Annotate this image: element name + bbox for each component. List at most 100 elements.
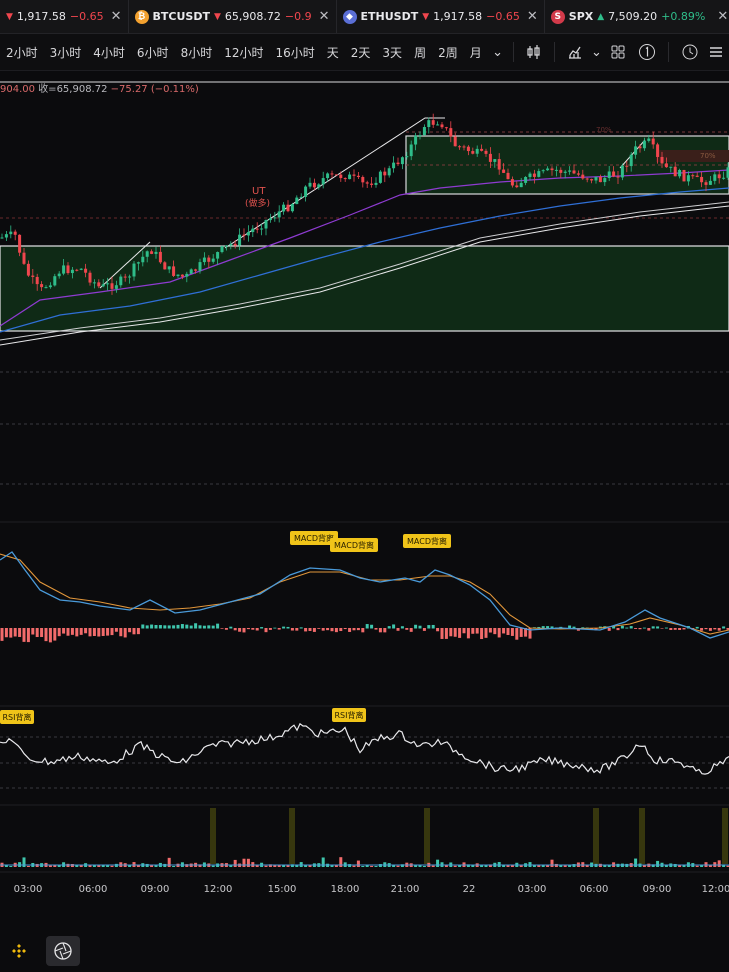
volume-bar	[150, 865, 154, 867]
candle	[541, 170, 545, 172]
tab-btcusdt[interactable]: ₿ BTCUSDT ▼ 65,908.72 −0.9 ✕	[129, 0, 337, 33]
macd-histogram-bar	[418, 625, 422, 629]
indicators-icon[interactable]	[567, 43, 583, 61]
candle	[268, 218, 272, 221]
macd-histogram-bar	[282, 626, 286, 629]
macd-histogram-bar	[233, 628, 237, 631]
timeframe-2h[interactable]: 2小时	[0, 44, 44, 61]
macd-histogram-bar	[53, 628, 57, 641]
volume-bar	[97, 865, 101, 867]
volume-bar	[4, 865, 8, 867]
timeframe-1m[interactable]: 月	[464, 44, 488, 61]
close-icon[interactable]: ✕	[319, 9, 330, 24]
timeframe-16h[interactable]: 16小时	[269, 44, 320, 61]
macd-histogram-bar	[202, 625, 206, 629]
signal-column	[593, 808, 599, 864]
macd-histogram-bar	[700, 628, 704, 631]
macd-histogram-bar	[422, 628, 426, 631]
close-icon[interactable]: ✕	[527, 9, 538, 24]
close-icon[interactable]: ✕	[111, 9, 122, 24]
macd-histogram-bar	[321, 628, 325, 631]
macd-histogram-bar	[88, 628, 92, 637]
candle	[603, 178, 607, 183]
volume-bar	[356, 860, 360, 867]
candle	[264, 220, 268, 229]
candle	[708, 180, 712, 185]
candle	[506, 172, 510, 180]
macd-histogram-bar	[26, 628, 30, 643]
candle	[44, 287, 48, 289]
candles-icon[interactable]	[526, 43, 542, 61]
candle	[642, 140, 646, 149]
candle	[660, 156, 664, 164]
macd-histogram-bar	[75, 628, 79, 637]
layout-grid-icon[interactable]	[610, 43, 626, 61]
macd-histogram-bar	[374, 628, 378, 630]
candle	[466, 146, 470, 152]
candle	[66, 265, 70, 274]
aperture-icon[interactable]	[46, 936, 80, 966]
candle	[145, 251, 149, 257]
candle	[444, 127, 448, 129]
macd-histogram-bar	[427, 625, 431, 629]
timeframe-12h[interactable]: 12小时	[218, 44, 269, 61]
macd-histogram-bar	[704, 628, 708, 630]
timeframe-2w[interactable]: 2周	[432, 44, 464, 61]
tab-change: −0.65	[486, 10, 520, 23]
volume-bar	[352, 865, 356, 867]
macd-histogram-bar	[132, 628, 136, 635]
chevron-down-icon[interactable]: ⌄	[492, 43, 504, 61]
volume-bar	[172, 865, 176, 867]
candle	[502, 169, 506, 173]
macd-histogram-bar	[660, 628, 664, 629]
timeframe-3h[interactable]: 3小时	[44, 44, 88, 61]
rsi-divergence-tag-text: RSI背离	[3, 712, 32, 722]
candle	[634, 146, 638, 155]
timeframe-6h[interactable]: 6小时	[131, 44, 175, 61]
candle	[488, 153, 492, 162]
timeframe-4h[interactable]: 4小时	[87, 44, 131, 61]
candle	[700, 176, 704, 183]
candle	[273, 217, 277, 219]
candle	[18, 234, 22, 253]
candle	[598, 176, 602, 183]
tab-ethusdt[interactable]: ◆ ETHUSDT ▼ 1,917.58 −0.65 ✕	[337, 0, 545, 33]
macd-histogram-bar	[370, 624, 374, 629]
macd-histogram-bar	[444, 628, 448, 639]
tab-partial[interactable]: ▼ 1,917.58 −0.65 ✕	[0, 0, 129, 33]
timeframe-1d[interactable]: 天	[321, 44, 345, 61]
volume-bar	[22, 857, 26, 867]
tab-change: +0.89%	[661, 10, 706, 23]
macd-histogram-bar	[326, 628, 330, 631]
candle	[449, 128, 453, 137]
macd-histogram-bar	[713, 628, 717, 630]
tab-spx[interactable]: S SPX ▲ 7,509.20 +0.89% ✕	[545, 0, 729, 33]
bitcoin-icon: ₿	[134, 9, 149, 24]
timeframe-2d[interactable]: 2天	[345, 44, 377, 61]
macd-histogram-bar	[70, 628, 74, 635]
candle	[348, 174, 352, 180]
macd-histogram-bar	[664, 627, 668, 629]
volume-bar	[634, 858, 638, 867]
timeframe-8h[interactable]: 8小时	[175, 44, 219, 61]
time-axis-label: 21:00	[391, 884, 420, 895]
macd-histogram-bar	[312, 628, 316, 632]
timeframe-1w[interactable]: 周	[408, 44, 432, 61]
alert-clock-icon[interactable]	[681, 43, 699, 61]
candle	[453, 136, 457, 147]
timeframe-3d[interactable]: 3天	[376, 44, 408, 61]
candle	[114, 285, 118, 289]
close-icon[interactable]: ✕	[717, 9, 728, 24]
menu-icon[interactable]	[709, 43, 723, 61]
binance-logo-icon[interactable]	[2, 936, 36, 966]
chart-canvas[interactable]: UT(做多)70%70%MACD背离MACD背离 MACD背离RSI背离 RSI背离…	[0, 70, 729, 930]
one-badge-icon[interactable]	[638, 43, 656, 61]
ohlc-prefix: 904.00	[0, 84, 35, 95]
candle	[528, 173, 532, 177]
volume-bar	[246, 858, 250, 867]
candle	[365, 182, 369, 184]
symbol-tab-bar: ▼ 1,917.58 −0.65 ✕ ₿ BTCUSDT ▼ 65,908.72…	[0, 0, 729, 34]
chevron-down-icon[interactable]: ⌄	[591, 43, 603, 61]
macd-histogram-bar	[57, 628, 61, 637]
candle	[334, 174, 338, 176]
